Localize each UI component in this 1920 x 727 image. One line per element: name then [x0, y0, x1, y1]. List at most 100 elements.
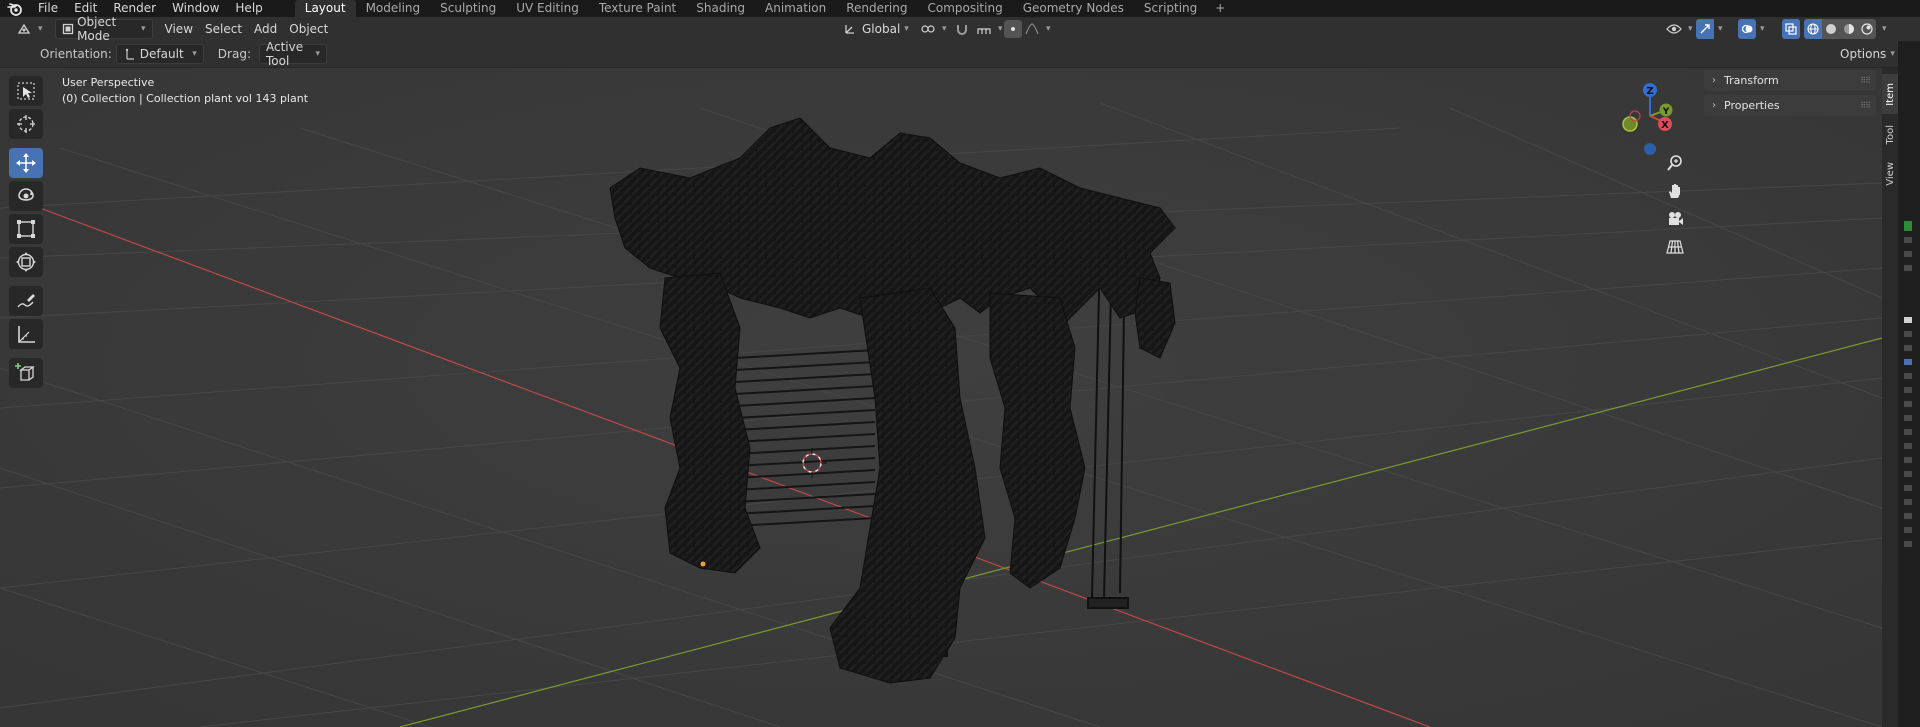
tab-shading[interactable]: Shading: [686, 0, 755, 17]
tab-scripting[interactable]: Scripting: [1134, 0, 1207, 17]
strip-tab[interactable]: [1904, 415, 1912, 421]
strip-tab[interactable]: [1904, 429, 1912, 435]
scale-tool[interactable]: [9, 214, 43, 244]
transform-orientation-dropdown[interactable]: Global ▾: [836, 19, 915, 39]
falloff-curve-icon: [1022, 19, 1042, 39]
orientation-dropdown[interactable]: Default ▾: [115, 44, 204, 64]
3d-viewport[interactable]: User Perspective (0) Collection | Collec…: [0, 68, 1882, 727]
drag-grip-icon[interactable]: ⠿⠿: [1860, 101, 1871, 110]
add-cube-tool[interactable]: [9, 358, 43, 388]
tab-layout[interactable]: Layout: [294, 0, 356, 17]
tab-animation[interactable]: Animation: [755, 0, 836, 17]
options-label: Options: [1840, 47, 1887, 61]
rendered-shading-icon[interactable]: [1858, 19, 1876, 39]
strip-tab[interactable]: [1904, 541, 1912, 547]
object-mode-icon: [62, 19, 76, 39]
strip-tab[interactable]: [1904, 513, 1912, 519]
measure-tool[interactable]: [9, 319, 43, 349]
strip-tab[interactable]: [1904, 221, 1912, 231]
tab-modeling[interactable]: Modeling: [356, 0, 431, 17]
strip-tab[interactable]: [1904, 387, 1912, 393]
strip-tab[interactable]: [1904, 485, 1912, 491]
orientation-value: Default: [139, 47, 184, 61]
visibility-dropdown[interactable]: ▾: [1658, 19, 1699, 39]
navigation-gizmo[interactable]: Z Y X: [1610, 76, 1690, 156]
menu-add[interactable]: Add: [248, 19, 283, 39]
menu-help[interactable]: Help: [227, 0, 270, 17]
strip-tab[interactable]: [1904, 345, 1912, 351]
rotate-tool[interactable]: [9, 181, 43, 211]
transform-panel-header[interactable]: › Transform ⠿⠿: [1704, 70, 1876, 91]
sidebar-tab-item[interactable]: Item: [1882, 74, 1898, 114]
chevron-down-icon: ▾: [1046, 24, 1051, 34]
strip-tab[interactable]: [1904, 237, 1912, 243]
drag-dropdown[interactable]: Active Tool ▾: [258, 40, 327, 68]
strip-tab[interactable]: [1904, 499, 1912, 505]
tab-geometry-nodes[interactable]: Geometry Nodes: [1013, 0, 1134, 17]
drag-grip-icon[interactable]: ⠿⠿: [1860, 76, 1871, 85]
chevron-down-icon: ▾: [1718, 24, 1723, 34]
tab-texture-paint[interactable]: Texture Paint: [589, 0, 686, 17]
strip-tab[interactable]: [1904, 359, 1912, 365]
strip-tab[interactable]: [1904, 457, 1912, 463]
strip-tab[interactable]: [1904, 317, 1912, 323]
chevron-right-icon: ›: [1712, 100, 1716, 111]
annotate-pencil-icon: [17, 294, 35, 308]
xray-toggle[interactable]: [1780, 19, 1802, 39]
sidebar-tab-view[interactable]: View: [1882, 156, 1898, 192]
tab-compositing[interactable]: Compositing: [917, 0, 1012, 17]
menu-view[interactable]: View: [159, 19, 199, 39]
move-tool[interactable]: [9, 148, 43, 178]
annotate-tool[interactable]: [9, 286, 43, 316]
pan-view-button[interactable]: [1662, 178, 1688, 204]
toggle-perspective-button[interactable]: [1662, 234, 1688, 260]
menu-select[interactable]: Select: [199, 19, 248, 39]
strip-tab[interactable]: [1904, 331, 1912, 337]
add-workspace-button[interactable]: +: [1207, 0, 1233, 17]
strip-tab[interactable]: [1904, 527, 1912, 533]
mode-dropdown[interactable]: Object Mode ▾: [54, 15, 153, 43]
properties-panel-header[interactable]: › Properties ⠿⠿: [1704, 95, 1876, 116]
gizmos-toggle[interactable]: ▾: [1694, 19, 1725, 39]
strip-tab[interactable]: [1904, 401, 1912, 407]
xray-icon: [1782, 19, 1800, 39]
svg-text:Z: Z: [1646, 86, 1653, 97]
move-tool-icon: [16, 153, 36, 173]
chevron-down-icon: ▾: [1890, 49, 1895, 59]
wireframe-shading-icon[interactable]: [1804, 19, 1822, 39]
cursor-tool[interactable]: [9, 109, 43, 139]
drag-value: Active Tool: [265, 40, 304, 68]
zoom-view-button[interactable]: [1662, 150, 1688, 176]
menu-file[interactable]: File: [30, 0, 66, 17]
strip-tab[interactable]: [1904, 471, 1912, 477]
select-box-tool[interactable]: [9, 76, 43, 106]
strip-tab[interactable]: [1904, 443, 1912, 449]
menu-window[interactable]: Window: [164, 0, 227, 17]
blender-logo-icon[interactable]: [0, 0, 30, 17]
strip-tab[interactable]: [1904, 265, 1912, 271]
top-bar: File Edit Render Window Help Layout Mode…: [0, 0, 1920, 17]
menu-object[interactable]: Object: [283, 19, 334, 39]
camera-view-button[interactable]: [1662, 206, 1688, 232]
orientation-axes-icon: [123, 44, 137, 64]
svg-text:X: X: [1661, 120, 1669, 131]
solid-shading-icon[interactable]: [1822, 19, 1840, 39]
options-dropdown[interactable]: Options ▾: [1834, 44, 1901, 64]
tool-settings-bar: Orientation: Default ▾ Drag: Active Tool…: [0, 40, 1920, 68]
strip-tab[interactable]: [1904, 373, 1912, 379]
chevron-right-icon: ›: [1712, 75, 1716, 86]
material-preview-icon[interactable]: [1840, 19, 1858, 39]
cursor-tool-icon: [17, 115, 35, 133]
transform-tool[interactable]: [9, 247, 43, 277]
chevron-down-icon: ▾: [1882, 24, 1887, 34]
tab-sculpting[interactable]: Sculpting: [430, 0, 506, 17]
editor-type-button[interactable]: ▾: [8, 19, 49, 39]
proportional-editing-toggle[interactable]: ▾: [998, 19, 1057, 39]
overlays-toggle[interactable]: ▾: [1736, 19, 1767, 39]
tab-rendering[interactable]: Rendering: [836, 0, 917, 17]
tab-uv-editing[interactable]: UV Editing: [506, 0, 589, 17]
chevron-down-icon: ▾: [192, 49, 197, 59]
strip-tab[interactable]: [1904, 251, 1912, 257]
sidebar-tab-tool[interactable]: Tool: [1882, 118, 1898, 152]
hand-pan-icon: [1669, 184, 1680, 198]
